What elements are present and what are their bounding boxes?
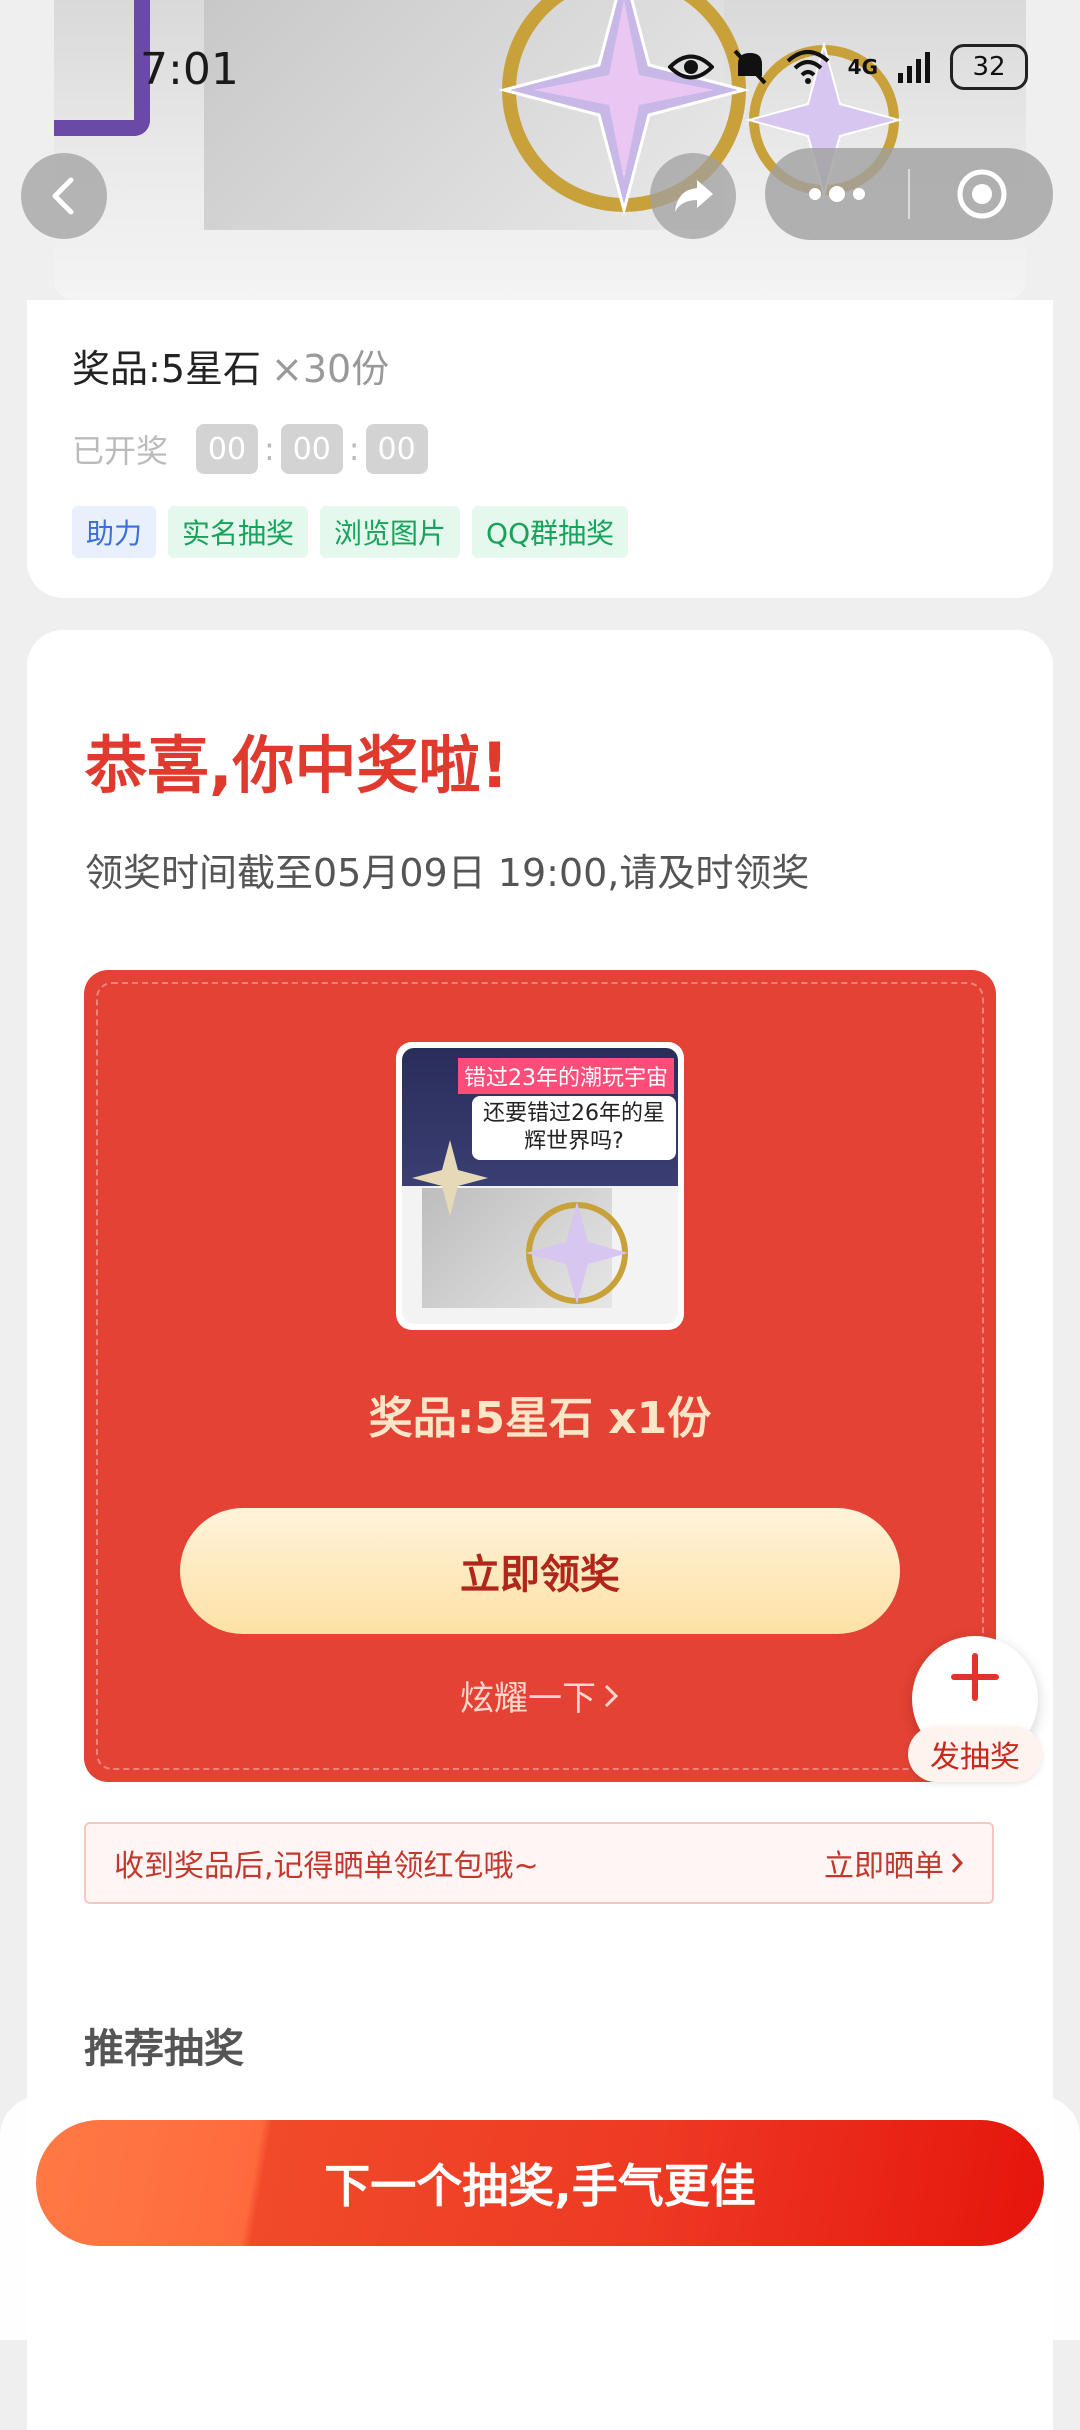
- prize-label: 奖品:: [72, 347, 161, 391]
- battery-level: 32: [972, 52, 1006, 82]
- target-circle-icon: [957, 169, 1006, 219]
- prize-ticket: 错过23年的潮玩宇宙 还要错过26年的星辉世界吗? 奖品:5星石 x1份 立即领…: [84, 970, 996, 1782]
- bell-muted-icon: [733, 49, 767, 85]
- share-order-link[interactable]: 立即晒单: [824, 1841, 964, 1885]
- status-time: 7:01: [140, 44, 239, 95]
- prize-quantity: ×30份: [271, 347, 390, 391]
- tag-real-name: 实名抽奖: [168, 506, 309, 558]
- share-button[interactable]: [650, 153, 736, 239]
- countdown-separator: :: [264, 430, 275, 468]
- draw-status: 已开奖 00 : 00 : 00: [72, 424, 432, 474]
- fab-label-text: 发抽奖: [930, 1740, 1020, 1775]
- chevron-left-icon: [52, 177, 74, 215]
- create-lottery-label[interactable]: 发抽奖: [908, 1726, 1042, 1782]
- tip-text: 收到奖品后,记得晒单领红包哦~: [114, 1849, 539, 1884]
- tag-assist: 助力: [72, 506, 157, 558]
- thumbnail-banner-top: 错过23年的潮玩宇宙: [458, 1058, 674, 1094]
- thumbnail-image: 错过23年的潮玩宇宙 还要错过26年的星辉世界吗?: [402, 1048, 678, 1324]
- thumbnail-star-graphic: [526, 1202, 628, 1304]
- thumbnail-banner-bottom: 还要错过26年的星辉世界吗?: [472, 1096, 676, 1160]
- share-order-tip: 收到奖品后,记得晒单领红包哦~ 立即晒单: [84, 1822, 994, 1904]
- countdown-separator: :: [348, 430, 360, 468]
- prize-info-card: 奖品:5星石 ×30份 已开奖 00 : 00 : 00 助力 实名抽奖 浏览图片…: [27, 300, 1053, 598]
- signal-icon: [898, 52, 930, 83]
- back-button[interactable]: [21, 153, 107, 239]
- won-prize-text: 奖品:5星石 x1份: [368, 1393, 712, 1444]
- countdown-hours: 00: [196, 424, 259, 474]
- thumbnail-small-star-graphic: [412, 1140, 488, 1216]
- congrats-title: 恭喜,你中奖啦!: [85, 729, 509, 802]
- next-lottery-button[interactable]: 下一个抽奖,手气更佳: [36, 2120, 1044, 2246]
- status-bar: 7:01 4G 32: [0, 0, 1080, 140]
- claim-button-label: 立即领奖: [460, 1552, 620, 1598]
- share-order-label: 立即晒单: [824, 1849, 944, 1884]
- close-mini-program-button[interactable]: [910, 148, 1053, 240]
- prize-line: 奖品:5星石 ×30份: [72, 338, 389, 393]
- tag-list: 助力 实名抽奖 浏览图片 QQ群抽奖: [72, 506, 629, 558]
- more-dots-icon: [808, 186, 865, 202]
- status-icons: 4G 32: [667, 44, 1028, 90]
- show-off-link[interactable]: 炫耀一下: [84, 1634, 996, 1764]
- claim-deadline: 领奖时间截至05月09日 19:00,请及时领奖: [85, 851, 810, 895]
- network-type: 4G: [847, 55, 878, 79]
- chevron-right-icon: [951, 1853, 964, 1873]
- chevron-right-icon: [604, 1684, 619, 1708]
- countdown-minutes: 00: [280, 424, 343, 474]
- more-button[interactable]: [765, 148, 908, 240]
- battery-indicator: 32: [950, 44, 1028, 90]
- share-arrow-icon: [675, 180, 713, 212]
- tag-qq-group: QQ群抽奖: [472, 506, 629, 558]
- show-off-label: 炫耀一下: [460, 1679, 596, 1719]
- countdown-seconds: 00: [365, 424, 428, 474]
- tag-browse-images: 浏览图片: [320, 506, 461, 558]
- next-lottery-label: 下一个抽奖,手气更佳: [324, 2159, 756, 2213]
- prize-thumbnail[interactable]: 错过23年的潮玩宇宙 还要错过26年的星辉世界吗?: [396, 1042, 684, 1330]
- plus-icon: [951, 1653, 999, 1701]
- mini-program-capsule: [765, 148, 1053, 240]
- recommend-section-title: 推荐抽奖: [84, 2026, 244, 2072]
- opened-label: 已开奖: [72, 432, 169, 470]
- wifi-icon: [786, 50, 829, 84]
- eye-icon: [667, 54, 714, 80]
- prize-name: 5星石: [160, 347, 261, 391]
- claim-prize-button[interactable]: 立即领奖: [180, 1508, 900, 1634]
